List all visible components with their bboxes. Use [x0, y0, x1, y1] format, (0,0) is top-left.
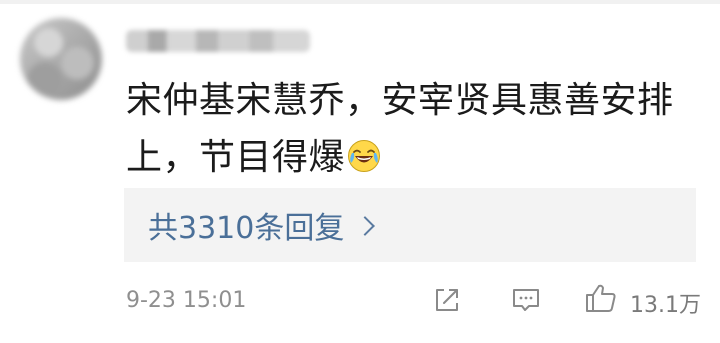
- comment-text: 宋仲基宋慧乔，安宰贤具惠善安排上，节目得爆: [126, 80, 674, 178]
- comment-card: 宋仲基宋慧乔，安宰贤具惠善安排上，节目得爆 共3310条回复 9-23 15:0…: [0, 0, 720, 343]
- avatar[interactable]: [20, 18, 102, 100]
- comment-text-block: 宋仲基宋慧乔，安宰贤具惠善安排上，节目得爆: [126, 72, 696, 186]
- chevron-right-icon: [355, 216, 376, 236]
- share-icon[interactable]: [432, 285, 462, 315]
- replies-count-label: 共3310条回复: [148, 211, 345, 246]
- comment-timestamp: 9-23 15:01: [126, 288, 247, 313]
- divider: [0, 0, 720, 4]
- username-blurred[interactable]: [126, 30, 310, 52]
- like-count: 13.1万: [630, 293, 701, 318]
- thumbs-up-icon[interactable]: [584, 282, 618, 314]
- comment-icon[interactable]: [510, 285, 542, 315]
- laughing-crying-emoji-icon: [348, 140, 381, 172]
- view-replies-button[interactable]: 共3310条回复: [124, 188, 696, 262]
